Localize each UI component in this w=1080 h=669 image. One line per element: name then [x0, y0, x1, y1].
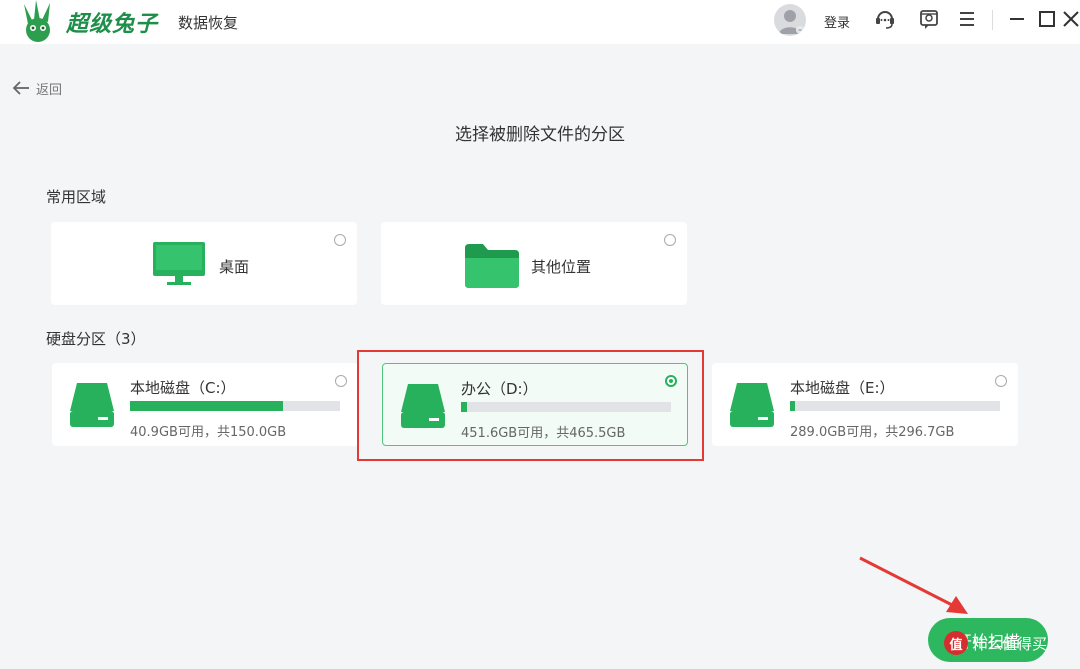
- minimize-icon[interactable]: [1006, 8, 1028, 30]
- location-label: 其他位置: [531, 258, 592, 276]
- watermark-badge: 值: [944, 631, 968, 655]
- annotation-highlight-box: [357, 350, 704, 461]
- location-radio[interactable]: [334, 234, 346, 246]
- folder-icon: [465, 244, 519, 288]
- location-label: 桌面: [219, 258, 250, 276]
- partition-card-c[interactable]: 本地磁盘（C:） 40.9GB可用，共150.0GB: [52, 363, 358, 446]
- partition-radio[interactable]: [335, 375, 347, 387]
- rabbit-logo-icon: [24, 0, 50, 42]
- partition-radio[interactable]: [995, 375, 1007, 387]
- usage-bar: [790, 401, 1000, 411]
- hard-drive-icon: [730, 383, 774, 427]
- common-section-label: 常用区域: [46, 188, 107, 206]
- annotation-arrow-icon: [859, 556, 968, 614]
- location-other[interactable]: 其他位置: [381, 222, 687, 305]
- watermark-text: 什么值得买: [972, 634, 1048, 653]
- usage-bar-fill: [130, 401, 283, 411]
- user-avatar[interactable]: [774, 4, 806, 36]
- monitor-icon: [153, 242, 205, 285]
- partition-card-e[interactable]: 本地磁盘（E:） 289.0GB可用，共296.7GB: [712, 363, 1018, 446]
- title-bar: 超级兔子 数据恢复 登录: [0, 0, 1080, 44]
- brand-name: 超级兔子: [66, 11, 159, 37]
- feedback-icon[interactable]: [918, 8, 940, 30]
- back-label: 返回: [36, 82, 63, 98]
- menu-icon[interactable]: [956, 8, 978, 30]
- partition-name: 本地磁盘（E:）: [790, 379, 895, 397]
- brand-subtitle: 数据恢复: [178, 14, 239, 32]
- location-desktop[interactable]: 桌面: [51, 222, 357, 305]
- login-link[interactable]: 登录: [824, 12, 850, 31]
- customer-service-icon[interactable]: [874, 8, 896, 30]
- user-icon: [779, 10, 804, 34]
- titlebar-separator: [992, 10, 993, 30]
- usage-bar-fill: [790, 401, 796, 411]
- partition-capacity: 40.9GB可用，共150.0GB: [130, 425, 287, 440]
- disk-section-label: 硬盘分区（3）: [46, 330, 146, 348]
- location-radio[interactable]: [664, 234, 676, 246]
- partition-name: 本地磁盘（C:）: [130, 379, 236, 397]
- maximize-icon[interactable]: [1036, 8, 1058, 30]
- back-link[interactable]: 返回: [12, 78, 62, 98]
- page-title: 选择被删除文件的分区: [455, 125, 625, 145]
- hard-drive-icon: [70, 383, 114, 427]
- partition-capacity: 289.0GB可用，共296.7GB: [790, 425, 955, 440]
- arrow-left-icon: [12, 81, 29, 95]
- watermark: 值 什么值得买: [944, 628, 1074, 658]
- usage-bar: [130, 401, 340, 411]
- close-icon[interactable]: [1060, 8, 1080, 30]
